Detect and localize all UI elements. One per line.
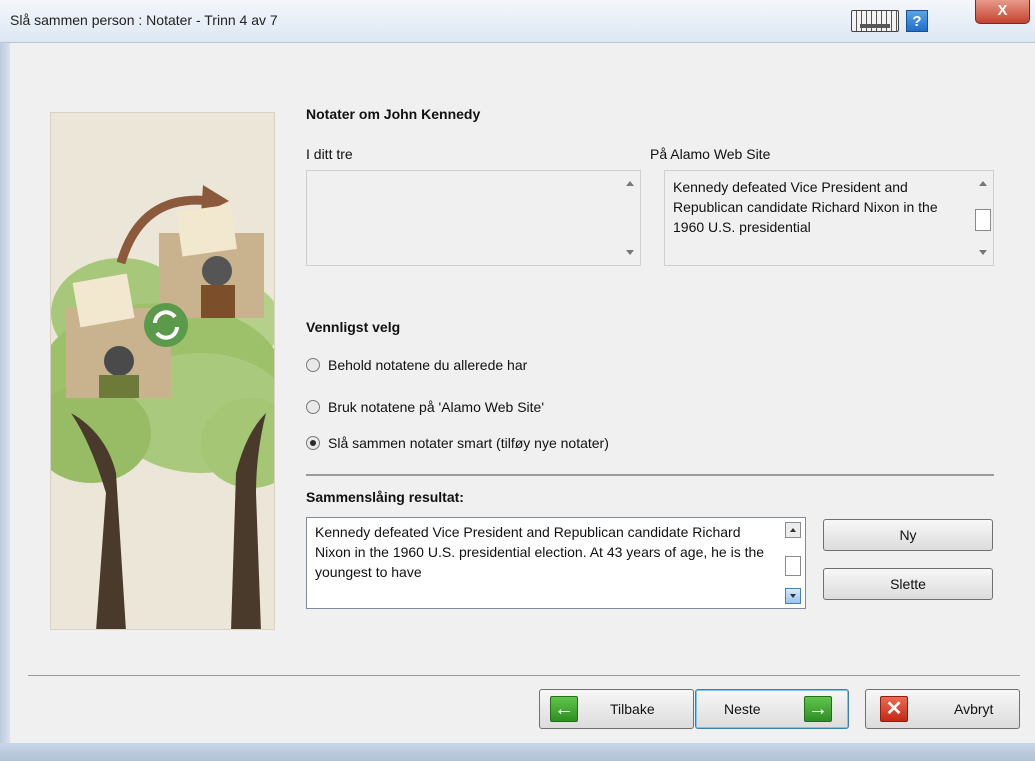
scroll-thumb[interactable] — [785, 556, 801, 576]
dialog-content: Notater om John Kennedy I ditt tre På Al… — [10, 43, 1035, 743]
choice-heading: Vennligst velg — [306, 319, 401, 335]
illustration-graphic — [51, 185, 274, 629]
radio-button[interactable] — [306, 358, 320, 372]
window-title: Slå sammen person : Notater - Trinn 4 av… — [10, 12, 278, 28]
section-divider — [306, 474, 994, 476]
new-button-label: Ny — [899, 527, 917, 543]
window-border-bottom — [0, 743, 1035, 761]
help-icon[interactable]: ? — [906, 10, 928, 32]
right-notes-text: Kennedy defeated Vice President and Repu… — [673, 179, 938, 235]
arrow-left-icon: ← — [550, 696, 578, 722]
right-notes-scrollbar[interactable] — [973, 171, 993, 265]
right-notes-label: På Alamo Web Site — [650, 146, 771, 162]
keyboard-icon[interactable] — [851, 10, 899, 32]
radio-button[interactable] — [306, 400, 320, 414]
scroll-up-icon[interactable] — [979, 181, 987, 186]
left-notes-label: I ditt tre — [306, 146, 353, 162]
scroll-down-icon[interactable] — [626, 250, 634, 255]
arrow-right-icon: → — [804, 696, 832, 722]
result-text: Kennedy defeated Vice President and Repu… — [315, 524, 765, 580]
back-button-label: Tilbake — [610, 701, 655, 717]
scroll-down-button[interactable] — [785, 588, 801, 604]
scroll-up-icon[interactable] — [626, 181, 634, 186]
scroll-down-icon[interactable] — [979, 250, 987, 255]
new-button[interactable]: Ny — [823, 519, 993, 551]
result-scrollbar[interactable] — [785, 522, 801, 604]
close-button[interactable]: X — [975, 0, 1030, 24]
next-button-label: Neste — [724, 701, 761, 717]
radio-label: Bruk notatene på 'Alamo Web Site' — [328, 399, 544, 415]
next-button[interactable]: Neste → — [695, 689, 849, 729]
scroll-thumb[interactable] — [975, 209, 991, 231]
chevron-down-icon — [790, 594, 796, 598]
chevron-up-icon — [790, 528, 796, 532]
right-notes-box[interactable]: Kennedy defeated Vice President and Repu… — [664, 170, 994, 266]
delete-button-label: Slette — [890, 576, 926, 592]
radio-button-selected[interactable] — [306, 436, 320, 450]
notes-heading: Notater om John Kennedy — [306, 106, 481, 122]
window-border-left — [0, 43, 10, 743]
footer-divider — [28, 675, 1020, 676]
left-notes-scrollbar[interactable] — [620, 171, 640, 265]
radio-label: Behold notatene du allerede har — [328, 357, 528, 373]
cancel-button[interactable]: ✕ Avbryt — [865, 689, 1020, 729]
cancel-button-label: Avbryt — [954, 701, 994, 717]
radio-label: Slå sammen notater smart (tilføy nye not… — [328, 435, 609, 451]
merge-illustration — [50, 112, 275, 630]
back-button[interactable]: ← Tilbake — [539, 689, 694, 729]
result-textarea[interactable]: Kennedy defeated Vice President and Repu… — [306, 517, 806, 609]
delete-button[interactable]: Slette — [823, 568, 993, 600]
dialog-window: Slå sammen person : Notater - Trinn 4 av… — [0, 0, 1035, 761]
scroll-up-button[interactable] — [785, 522, 801, 538]
x-icon: ✕ — [880, 696, 908, 722]
result-heading: Sammenslåing resultat: — [306, 489, 464, 505]
left-notes-box[interactable] — [306, 170, 641, 266]
title-bar: Slå sammen person : Notater - Trinn 4 av… — [0, 0, 1035, 43]
